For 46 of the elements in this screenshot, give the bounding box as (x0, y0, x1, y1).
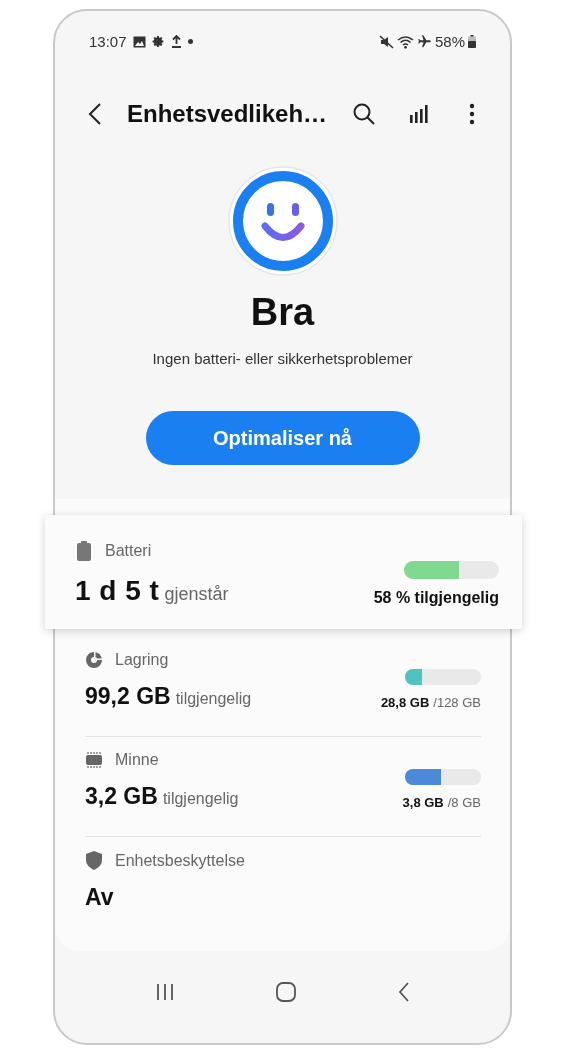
recent-apps-icon (155, 983, 176, 1002)
page-title: Enhetsvedlikeh… (127, 99, 328, 128)
status-subtitle: Ingen batteri- eller sikkerhetsproblemer (152, 350, 413, 368)
status-title: Bra (250, 291, 315, 335)
item-unit: gjenstår (164, 584, 229, 606)
item-value: 99,2 GB (85, 683, 171, 711)
shield-icon (85, 851, 103, 871)
list-item[interactable]: Minne 3,2 GB tilgjengelig 3,8 GB /8 GB (85, 737, 481, 837)
battery-icon (75, 541, 93, 562)
item-unit: tilgjengelig (162, 790, 239, 809)
item-value: 3,2 GB (85, 783, 158, 811)
battery-percent: 58% (434, 33, 465, 51)
mute-icon (378, 34, 394, 49)
back-icon (397, 982, 410, 1003)
used-amount: 28,8 GB (380, 695, 430, 711)
item-label: Minne (115, 751, 159, 770)
chip-icon (85, 751, 103, 770)
bar-chart-icon (408, 103, 428, 124)
total-amount: /128 GB (433, 695, 481, 711)
total-amount: /8 GB (447, 795, 481, 811)
used-amount: 3,8 GB (402, 795, 444, 811)
highlighted-card[interactable]: Batteri 1 d 5 t gjenstår 58 % tilgjengelig (45, 515, 522, 630)
image-icon (132, 35, 146, 48)
more-icon (469, 102, 475, 125)
smiley-icon (226, 165, 339, 278)
item-reading: 58 % tilgjengelig (373, 589, 499, 608)
search-icon (352, 101, 376, 126)
airplane-icon (416, 34, 432, 50)
item-value: 1 d 5 t (75, 575, 160, 608)
optimize-button[interactable]: Optimaliser nå (145, 411, 420, 466)
home-icon (275, 981, 298, 1004)
pie-chart-icon (85, 651, 103, 670)
chevron-left-icon (88, 101, 102, 126)
list-item[interactable]: Enhetsbeskyttelse Av (85, 837, 481, 938)
gear-icon (151, 35, 165, 49)
item-unit: tilgjengelig (175, 690, 252, 709)
upload-icon (170, 35, 182, 49)
item-label: Batteri (105, 542, 152, 561)
item-label: Enhetsbeskyttelse (115, 851, 245, 870)
list-item[interactable]: Lagring 99,2 GB tilgjengelig 28,8 GB /128 GB (85, 637, 481, 737)
battery-icon (468, 35, 476, 49)
dot-icon (187, 39, 193, 45)
status-time: 13:07 (89, 33, 127, 51)
item-label: Lagring (115, 651, 169, 670)
item-value: Av (85, 884, 114, 912)
wifi-icon (396, 34, 414, 49)
